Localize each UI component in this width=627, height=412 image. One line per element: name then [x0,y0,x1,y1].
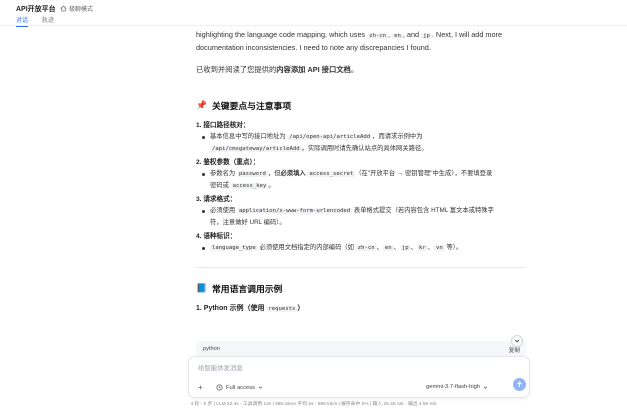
bullet-text: 。实际调用时请先确认站点的具体网关路径。 [301,145,428,152]
section-title: 常用语言调用示例 [211,284,283,294]
inline-code: zh-cn [355,245,377,251]
model-selector[interactable]: gemini-3.7-flash-high [426,384,488,390]
bullet-text: 。 [268,182,275,189]
section-heading-notes: 📌 关键要点与注意事项 [196,99,526,112]
bullet-bold: 必须填入 [280,170,306,177]
section-divider [196,267,526,268]
received-text: 已收到并阅读了您提供的 [196,65,277,74]
model-label: gemini-3.7-flash-high [426,384,481,390]
assistant-message: highlighting the language code mapping, … [196,28,526,315]
intro-text-3: , and [402,30,422,39]
top-bar: API开放平台 极聊模式 对话 轨迹 [0,0,627,27]
message-composer: 给智能体发消息 + Full access gemini-3.7-flash-h… [188,356,530,398]
inline-code: application/x-www-form-urlencoded [236,208,353,214]
shield-clock-icon [216,384,223,391]
inline-code: password [236,171,268,177]
list-item-label: 3. 请求格式： [196,196,237,203]
chevron-down-icon [514,339,520,343]
attach-plus-icon[interactable]: + [198,383,203,392]
section-heading-examples: 📘 常用语言调用示例 [196,282,526,295]
inline-code: kr [416,245,428,251]
inline-code: zh-cn [367,33,389,39]
inline-code: vn [434,245,445,251]
bullet-text: （在"开放平台 → 密钥管理"中生成），不要填登录 [355,170,493,177]
inline-code: en [392,33,403,39]
separator: 、 [376,244,383,251]
status-bar: 4 轮 - 5 步 | LLM 22.4s - 工具调用 13s | 598 t… [190,402,437,407]
received-paragraph: 已收到并阅读了您提供的内容添加 API 接口文档。 [196,64,526,76]
access-selector[interactable]: Full access [216,384,263,391]
received-bold: 内容添加 API 接口文档 [276,65,351,74]
inline-code: /api/open-api/articleAdd [287,134,373,140]
list-item-label: 4. 语种标识： [196,233,237,240]
chat-mode-label: 极聊模式 [69,7,94,13]
received-suffix: 。 [350,65,359,74]
app-title: API开放平台 [16,6,56,13]
code-language: python [203,346,220,352]
bullet-text: 基本信息中写的接口地址为 [210,133,288,140]
list-item-label: 1. 接口路径核对： [196,122,250,129]
list-bullet-continued: 符，注意做好 URL 编码）。 [196,217,526,229]
chevron-down-icon [483,385,488,389]
inline-code: jp [421,33,432,39]
pin-icon: 📌 [196,100,207,110]
inline-code: language_type [210,245,258,251]
code-block-header: python 复制 [196,341,526,357]
arrow-up-icon [517,381,522,387]
list-item-label: 2. 鉴权参数（重点）： [196,159,260,166]
bullet-text: ，但 [267,170,281,177]
home-icon [60,5,67,12]
list-bullet: 参数名为 password ，但必须填入 access_secret （在"开放平台… [196,168,526,180]
message-input[interactable]: 给智能体发消息 [198,363,243,372]
bullet-text: 必须使用 [210,207,237,214]
list-bullet: language_type 必须使用文档指定的内部编码（如 zh-cn、 en、 j… [196,242,526,254]
tab-chat[interactable]: 对话 [16,15,29,27]
list-bullet: 基本信息中写的接口地址为 /api/open-api/articleAdd ，而请… [196,131,526,143]
bullet-text: 必须使用文档指定的内部编码（如 [257,244,356,251]
scroll-down-button[interactable] [511,335,523,347]
section-title: 关键要点与注意事项 [211,101,292,111]
chat-mode-toggle[interactable]: 极聊模式 [60,4,93,13]
send-button[interactable] [513,378,526,391]
inline-code: /api/cmsgateway/articleAdd [210,146,302,152]
list-bullet-continued: /api/cmsgateway/articleAdd 。实际调用时请先确认站点的具… [196,143,526,155]
list-bullet-continued: 密码或 access_key。 [196,180,526,192]
example-subheading: 1. Python 示例（使用 requests） [196,303,526,315]
inline-code: en [382,245,394,251]
intro-text-1: highlighting the language code mapping, … [196,30,368,39]
bullet-text: 符，注意做好 URL 编码）。 [210,219,286,226]
intro-paragraph: highlighting the language code mapping, … [196,29,526,54]
copy-button[interactable]: 复制 [509,346,520,354]
bullet-text: 等）。 [444,244,463,251]
inline-code: access_secret [307,171,356,177]
subheading-text: 1. Python 示例（使用 [196,305,267,312]
bullet-text: ，而请求示例中为 [372,133,423,140]
inline-code: jp [399,245,411,251]
subheading-suffix: ） [297,305,305,312]
bullet-text: 表单格式提交（若内容包含 HTML 富文本或特殊字 [352,207,494,214]
notes-list: 1. 接口路径核对： 基本信息中写的接口地址为 /api/open-api/ar… [196,120,526,254]
inline-code: requests [266,306,298,312]
access-label: Full access [226,384,255,391]
tab-trace[interactable]: 轨迹 [42,15,54,27]
bullet-text: 参数名为 [210,170,237,177]
inline-code: access_key [230,183,269,189]
chevron-down-icon [258,386,263,389]
tab-bar: 对话 轨迹 [16,15,54,27]
bullet-text: 密码或 [210,182,231,189]
separator: 、 [393,244,400,251]
list-bullet: 必须使用 application/x-www-form-urlencoded 表… [196,205,526,217]
book-icon: 📘 [196,283,207,293]
